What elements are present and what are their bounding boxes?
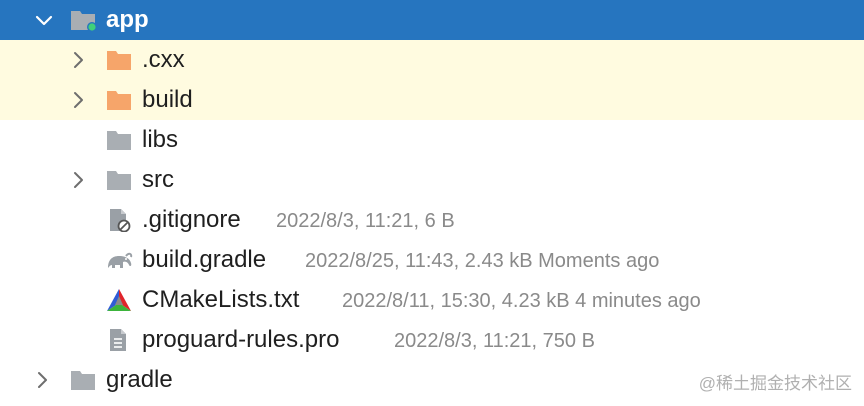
text-file-icon [110,329,126,351]
ignored-file-icon [110,209,131,232]
chevron-down-icon[interactable] [34,10,54,30]
tree-row-proguard[interactable]: proguard-rules.pro 2022/8/3, 11:21, 750 … [0,320,864,360]
chevron-right-icon[interactable] [32,370,52,390]
tree-item-label: .gitignore [142,206,241,233]
module-folder-icon [71,11,96,32]
tree-row-src[interactable]: src [0,160,864,200]
tree-row-app[interactable]: app [0,0,864,40]
file-meta: 2022/8/25, 11:43, 2.43 kB Moments ago [305,250,660,272]
watermark: @稀土掘金技术社区 [698,374,852,393]
tree-item-label: proguard-rules.pro [142,326,340,353]
tree-item-label: build.gradle [142,246,267,273]
folder-icon [107,171,131,190]
cmake-icon [107,289,131,311]
tree-item-label: app [106,6,149,33]
file-meta: 2022/8/11, 15:30, 4.23 kB 4 minutes ago [342,290,701,312]
file-meta: 2022/8/3, 11:21, 750 B [394,330,595,352]
file-meta: 2022/8/3, 11:21, 6 B [276,210,455,232]
tree-row-build[interactable]: build [0,80,864,120]
folder-icon [71,371,95,390]
tree-item-label: gradle [106,366,173,393]
tree-item-label: src [142,166,174,193]
tree-row-cmakelists[interactable]: CMakeLists.txt 2022/8/11, 15:30, 4.23 kB… [0,280,864,320]
excluded-folder-icon [107,91,131,110]
tree-row-libs[interactable]: libs [0,120,864,160]
tree-item-label: libs [142,126,179,153]
chevron-right-icon[interactable] [68,50,88,70]
tree-row-cxx[interactable]: .cxx [0,40,864,80]
folder-icon [107,131,131,150]
chevron-right-icon[interactable] [68,170,88,190]
tree-row-build-gradle[interactable]: build.gradle 2022/8/25, 11:43, 2.43 kB M… [0,240,864,280]
chevron-right-icon[interactable] [68,90,88,110]
tree-item-label: build [142,86,193,113]
tree-item-label: .cxx [142,46,185,73]
tree-row-gitignore[interactable]: .gitignore 2022/8/3, 11:21, 6 B [0,200,864,240]
gradle-elephant-icon [108,252,133,268]
excluded-folder-icon [107,51,131,70]
tree-item-label: CMakeLists.txt [142,286,300,313]
